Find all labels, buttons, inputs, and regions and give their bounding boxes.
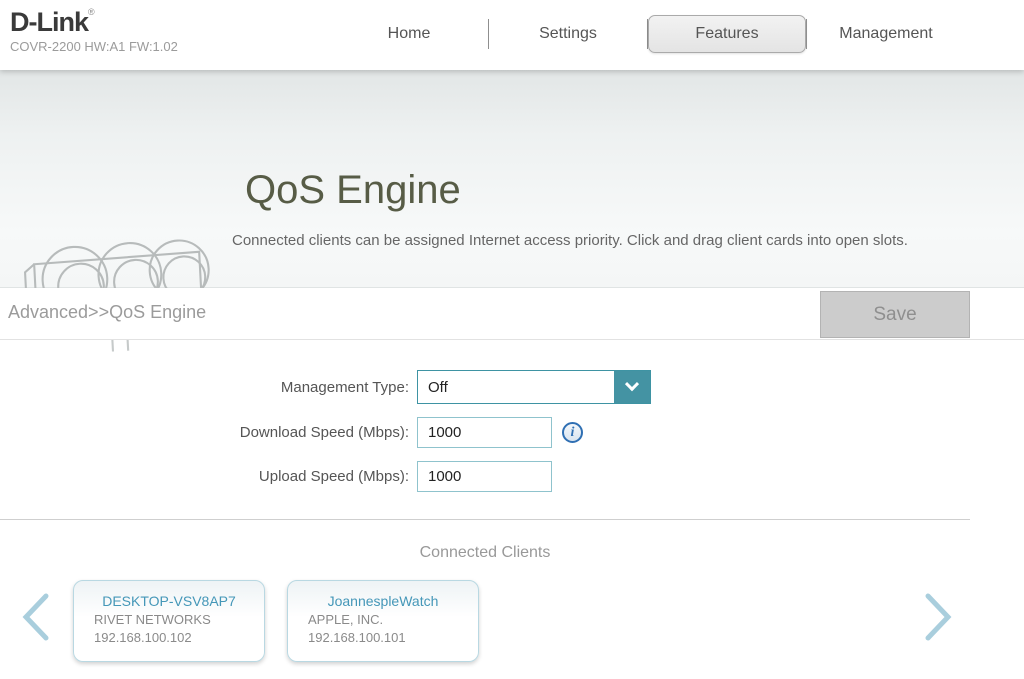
nav-item-home[interactable]: Home [330, 16, 488, 52]
nav-item-settings[interactable]: Settings [489, 16, 647, 52]
page-banner: QoS Engine Connected clients can be assi… [0, 70, 1024, 288]
page-description: Connected clients can be assigned Intern… [232, 232, 908, 249]
upload-speed-row: Upload Speed (Mbps): [0, 461, 1024, 492]
save-button[interactable]: Save [820, 291, 970, 338]
client-name: DESKTOP-VSV8AP7 [74, 593, 264, 609]
client-ip: 192.168.100.101 [308, 630, 478, 645]
management-type-row: Management Type: Off [0, 370, 1024, 404]
dlink-logo-text: D-Link® [10, 8, 178, 38]
management-type-value: Off [418, 379, 448, 396]
client-vendor: APPLE, INC. [308, 612, 478, 627]
section-divider [0, 519, 970, 520]
connected-clients-heading: Connected Clients [0, 544, 970, 562]
nav-item-management[interactable]: Management [807, 16, 965, 52]
chevron-left-icon [20, 592, 50, 642]
prev-clients-button[interactable] [20, 592, 50, 647]
download-speed-label: Download Speed (Mbps): [0, 424, 417, 441]
info-icon[interactable]: i [562, 422, 583, 443]
client-card[interactable]: DESKTOP-VSV8AP7 RIVET NETWORKS 192.168.1… [73, 580, 265, 662]
registered-mark: ® [88, 7, 94, 17]
client-card[interactable]: JoannespleWatch APPLE, INC. 192.168.100.… [287, 580, 479, 662]
download-speed-row: Download Speed (Mbps): i [0, 417, 1024, 448]
top-bar: D-Link® COVR-2200 HW:A1 FW:1.02 Home Set… [0, 0, 1024, 70]
client-vendor: RIVET NETWORKS [94, 612, 264, 627]
qos-form: Management Type: Off Download Speed (Mbp… [0, 370, 1024, 492]
main-nav: Home Settings Features Management [330, 15, 965, 53]
client-ip: 192.168.100.102 [94, 630, 264, 645]
chevron-right-icon [924, 592, 954, 642]
nav-item-features[interactable]: Features [648, 15, 806, 53]
page-title: QoS Engine [245, 168, 461, 213]
client-name: JoannespleWatch [288, 593, 478, 609]
device-model-label: COVR-2200 HW:A1 FW:1.02 [10, 39, 178, 54]
client-cards-row: DESKTOP-VSV8AP7 RIVET NETWORKS 192.168.1… [0, 580, 1024, 679]
breadcrumb: Advanced>>QoS Engine [8, 302, 206, 323]
next-clients-button[interactable] [924, 592, 954, 647]
upload-speed-input[interactable] [417, 461, 552, 492]
breadcrumb-bar: Advanced>>QoS Engine Save [0, 288, 1024, 340]
dlink-logo: D-Link® COVR-2200 HW:A1 FW:1.02 [10, 8, 178, 54]
chevron-down-icon [625, 377, 639, 391]
upload-speed-label: Upload Speed (Mbps): [0, 468, 417, 485]
management-type-label: Management Type: [0, 379, 417, 396]
download-speed-input[interactable] [417, 417, 552, 448]
select-dropdown-button[interactable] [614, 371, 650, 403]
management-type-select[interactable]: Off [417, 370, 651, 404]
